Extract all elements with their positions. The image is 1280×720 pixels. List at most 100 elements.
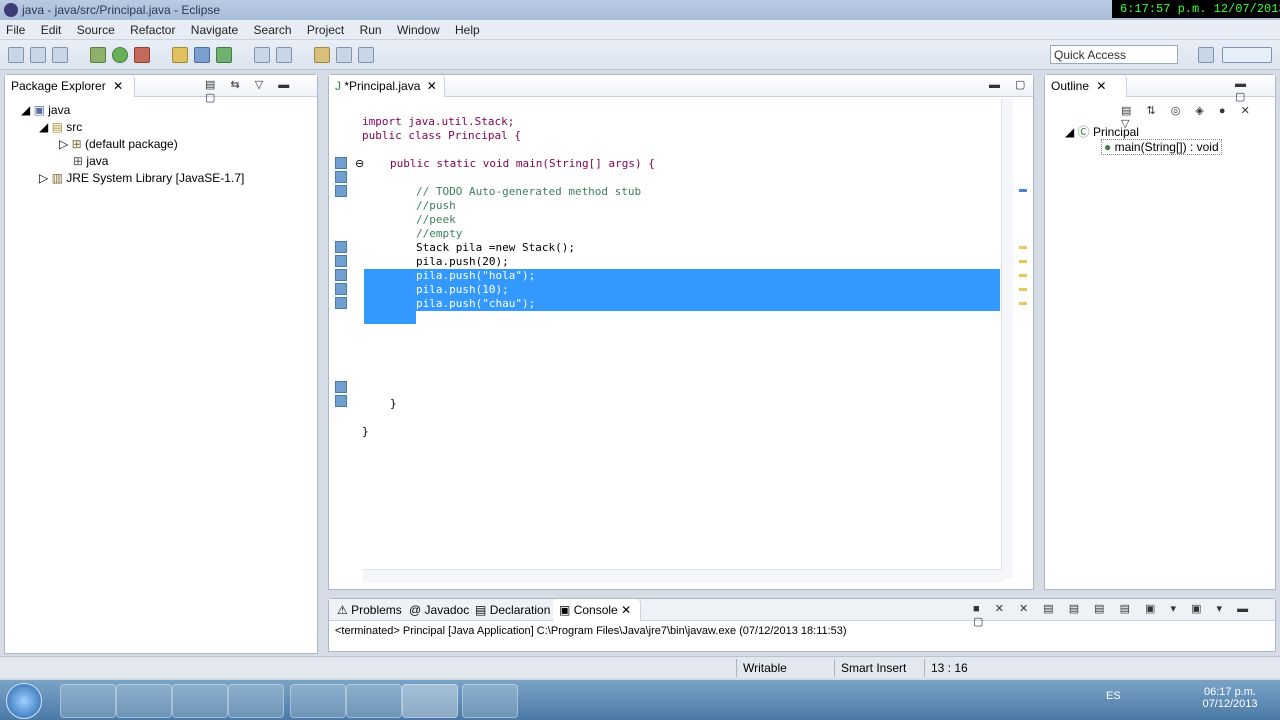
new-class-icon[interactable] — [216, 47, 232, 63]
menu-help[interactable]: Help — [449, 20, 486, 37]
java-perspective-button[interactable] — [1222, 47, 1272, 63]
menu-file[interactable]: File — [0, 20, 31, 37]
close-icon[interactable]: ✕ — [113, 79, 123, 93]
editor-vertical-scrollbar[interactable] — [1001, 99, 1013, 579]
task-ruler-mark[interactable] — [1019, 189, 1027, 192]
method-icon: ● — [1104, 140, 1112, 154]
menu-refactor[interactable]: Refactor — [124, 20, 181, 37]
collapse-icon[interactable]: ◢ — [1065, 125, 1074, 139]
tab-package-explorer[interactable]: Package Explorer ✕ — [5, 75, 135, 97]
tab-console[interactable]: ▣ Console ✕ — [553, 599, 641, 621]
outline-method-label: main(String[]) : void — [1114, 140, 1219, 154]
expand-icon[interactable]: ▷ — [59, 137, 68, 151]
code-line[interactable]: pila.push(10); — [416, 283, 509, 297]
start-button[interactable] — [6, 683, 42, 719]
warning-ruler-mark[interactable] — [1019, 260, 1027, 263]
tree-item-default-package[interactable]: ▷ ⊞ (default package) — [59, 137, 178, 151]
menu-source[interactable]: Source — [71, 20, 121, 37]
warning-ruler-mark[interactable] — [1019, 288, 1027, 291]
search-icon[interactable] — [276, 47, 292, 63]
warning-ruler-mark[interactable] — [1019, 246, 1027, 249]
tree-item-jre-library[interactable]: ▷ ▥ JRE System Library [JavaSE-1.7] — [39, 171, 244, 185]
tab-declaration[interactable]: ▤ Declaration — [475, 603, 550, 617]
code-line[interactable]: pila.push("hola"); — [416, 269, 535, 283]
taskbar-chrome-icon[interactable] — [228, 684, 284, 718]
run-icon[interactable] — [112, 47, 128, 63]
editor-view-controls[interactable]: ▬ ▢ — [989, 78, 1031, 91]
view-controls[interactable]: ▤ ⇆ ▽ ▬ ▢ — [205, 78, 317, 104]
save-icon[interactable] — [30, 47, 46, 63]
breakpoint-marker[interactable] — [335, 157, 347, 169]
code-line[interactable]: pila.push(20); — [416, 255, 509, 269]
forward-icon[interactable] — [358, 47, 374, 63]
gutter-marker — [335, 395, 347, 407]
tab-javadoc[interactable]: @ Javadoc — [409, 603, 469, 617]
warning-marker[interactable] — [335, 255, 347, 267]
code-line[interactable]: //empty — [416, 227, 462, 241]
open-perspective-icon[interactable] — [1198, 47, 1214, 63]
collapse-icon[interactable]: ◢ — [21, 103, 30, 117]
warning-marker[interactable] — [335, 269, 347, 281]
expand-icon[interactable]: ▷ — [39, 171, 48, 185]
console-toolbar[interactable]: ■ ✕ ✕ ▤ ▤ ▤ ▤ ▣ ▾ ▣ ▾ ▬ ▢ — [973, 602, 1275, 628]
new-icon[interactable] — [8, 47, 24, 63]
menu-search[interactable]: Search — [248, 20, 298, 37]
warning-marker[interactable] — [335, 241, 347, 253]
code-line[interactable]: } — [362, 425, 369, 439]
debug-icon[interactable] — [90, 47, 106, 63]
taskbar-eclipse-icon[interactable] — [402, 684, 458, 718]
warning-marker[interactable] — [335, 297, 347, 309]
fold-icon[interactable]: ⊖ — [355, 157, 364, 170]
new-package-icon[interactable] — [194, 47, 210, 63]
language-indicator[interactable]: ES — [1106, 690, 1121, 702]
menu-edit[interactable]: Edit — [35, 20, 68, 37]
external-tools-icon[interactable] — [134, 47, 150, 63]
quick-access-input[interactable]: Quick Access — [1050, 45, 1178, 64]
taskbar-notepad-icon[interactable] — [346, 684, 402, 718]
close-icon[interactable]: ✕ — [621, 603, 631, 617]
taskbar-ie-icon[interactable] — [60, 684, 116, 718]
editor-horizontal-scrollbar[interactable] — [363, 569, 1003, 583]
open-type-icon[interactable] — [254, 47, 270, 63]
code-line[interactable]: //push — [416, 199, 456, 213]
code-line[interactable]: import java.util.Stack; — [362, 115, 514, 129]
back-icon[interactable] — [336, 47, 352, 63]
warning-ruler-mark[interactable] — [1019, 274, 1027, 277]
taskbar-recorder-icon[interactable] — [462, 684, 518, 718]
tree-item-label: java — [86, 154, 109, 168]
code-line[interactable]: public class Principal { — [362, 129, 521, 143]
tab-problems[interactable]: ⚠ Problems — [337, 603, 402, 617]
menu-window[interactable]: Window — [391, 20, 446, 37]
menu-project[interactable]: Project — [301, 20, 350, 37]
taskbar-app-icon[interactable] — [290, 684, 346, 718]
taskbar-explorer-icon[interactable] — [116, 684, 172, 718]
code-line[interactable]: //peek — [416, 213, 456, 227]
code-line[interactable]: Stack pila =new Stack(); — [416, 241, 575, 255]
print-icon[interactable] — [52, 47, 68, 63]
code-line[interactable]: pila.push("chau"); — [416, 297, 535, 311]
code-line[interactable]: // TODO Auto-generated method stub — [416, 185, 641, 199]
close-icon[interactable]: ✕ — [1096, 79, 1106, 93]
warning-marker[interactable] — [335, 283, 347, 295]
collapse-icon[interactable]: ◢ — [39, 120, 48, 134]
tab-principal-java[interactable]: J *Principal.java ✕ — [329, 75, 445, 97]
tab-outline[interactable]: Outline ✕ — [1045, 75, 1127, 97]
code-line[interactable]: } — [390, 397, 397, 411]
outline-toolbar[interactable]: ▤ ⇅ ◎ ◈ ● ✕ ▽ — [1121, 104, 1275, 130]
tray-clock[interactable]: 06:17 p.m. 07/12/2013 — [1200, 686, 1260, 710]
tree-item-java-package[interactable]: ⊞ java — [73, 154, 108, 168]
tree-item-project[interactable]: ◢ ▣ java — [21, 103, 70, 117]
taskbar-media-icon[interactable] — [172, 684, 228, 718]
outline-view-controls[interactable]: ▬ ▢ — [1235, 78, 1275, 103]
new-java-project-icon[interactable] — [172, 47, 188, 63]
menu-navigate[interactable]: Navigate — [185, 20, 244, 37]
tree-item-src[interactable]: ◢ ▤ src — [39, 120, 82, 134]
warning-ruler-mark[interactable] — [1019, 302, 1027, 305]
close-icon[interactable]: ✕ — [427, 79, 437, 93]
annotation-icon[interactable] — [314, 47, 330, 63]
outline-method-item[interactable]: ● main(String[]) : void — [1101, 139, 1222, 155]
menu-run[interactable]: Run — [354, 20, 388, 37]
outline-class-item[interactable]: ◢ Ⓒ Principal — [1065, 123, 1139, 140]
task-marker[interactable] — [335, 185, 347, 197]
code-line[interactable]: public static void main(String[] args) { — [390, 157, 655, 171]
